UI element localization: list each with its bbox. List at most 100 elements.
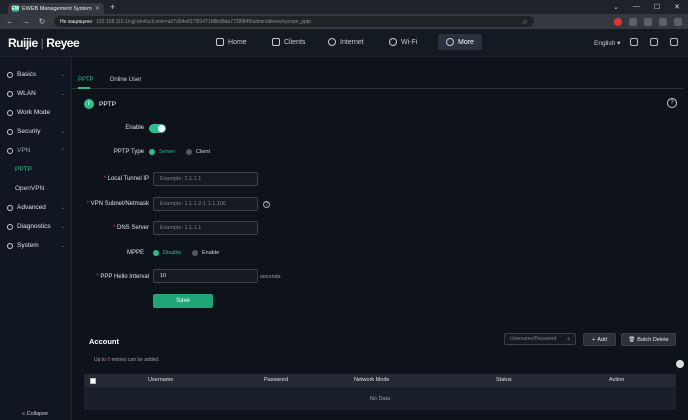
batch-delete-label: Batch Delete [637,336,669,343]
brand-logo: Ruijie | Reyee [8,35,80,50]
nav-wifi[interactable]: Wi-Fi [389,38,417,46]
collapse-label: Collapse [26,411,48,417]
pin-icon[interactable] [650,38,658,46]
section-header: i PPTP [84,99,116,109]
radio-server[interactable]: Server [149,149,175,155]
forward-icon[interactable]: → [22,17,30,26]
basics-icon [7,71,13,78]
nav-clients[interactable]: Clients [272,38,305,46]
chevron-down-icon: ⌄ [60,71,65,78]
system-icon [7,242,13,249]
network-icon[interactable] [630,38,638,46]
subnet-label: * VPN Subnet/Netmask [86,201,149,207]
nav-more[interactable]: More [438,34,482,50]
note-suffix: entries can be added. [111,357,160,363]
nav-internet[interactable]: Internet [328,38,364,46]
enable-label: Enable [0,125,144,131]
collapse-button[interactable]: « Collapse [22,411,48,417]
language-label: English [594,40,616,47]
enable-label-text: Enable [125,125,144,131]
enable-toggle[interactable] [149,124,166,133]
tunnel-ip-label-text: Local Tunnel IP [107,176,149,182]
top-nav: Ruijie | Reyee Home Clients Internet Wi-Fi… [0,29,688,57]
nav-home[interactable]: Home [216,38,247,46]
close-tab-icon[interactable]: ✕ [95,5,100,12]
sidebar-item-label: System [17,242,39,249]
address-bar-row: ← → ↻ Не защищено 192.168.110.1/cgi-bin/… [0,14,688,29]
browser-tab-bar: EW EWEB Management System ✕ + ⌄ — ☐ ✕ [0,0,688,14]
batch-delete-button[interactable]: 🗑 Batch Delete [621,333,676,346]
section-title: PPTP [99,100,116,108]
account-title: Account [89,337,119,346]
close-window-icon[interactable]: ✕ [674,3,680,11]
language-select[interactable]: English ▾ [594,39,620,47]
tab-pptp[interactable]: PPTP [78,77,94,83]
col-network-mode: Network Mode [354,377,390,383]
tunnel-ip-input[interactable]: Example: 1.1.1.1 [153,172,258,186]
new-tab-button[interactable]: + [110,2,115,12]
url-text[interactable]: 192.168.110.1/cgi-bin/luci/;stok=a07d34e… [96,19,311,25]
hello-interval-input[interactable]: 10 [153,269,258,283]
favicon-icon: EW [11,5,20,12]
radio-mppe-disable-label: Disable [163,250,182,256]
hello-interval-value: 10 [160,273,167,279]
subnet-placeholder: Example: 1.1.1.2-1.1.1.100 [160,201,227,207]
pptp-type-label-text: PPTP Type [113,149,144,155]
dns-input[interactable]: Example: 1.1.1.1 [153,221,258,235]
assistant-icon[interactable] [676,360,684,368]
extension-icon[interactable] [629,17,637,26]
help-icon[interactable]: ? [667,98,677,108]
sidebar-item-wlan[interactable]: WLAN ⌄ [0,84,71,103]
url-field[interactable]: Не защищено 192.168.110.1/cgi-bin/luci/;… [54,16,534,27]
sidebar-item-work-mode[interactable]: Work Mode [0,103,71,122]
subnet-help-icon[interactable]: ? [263,201,270,208]
subnet-label-text: VPN Subnet/Netmask [90,201,149,207]
logout-icon[interactable] [670,38,678,46]
tab-divider [72,88,684,89]
chevron-down-icon[interactable]: ⌄ [613,3,619,11]
entries-note: Up to 8 entries can be added. [94,357,160,363]
extension-icon[interactable] [614,17,622,26]
nav-internet-label: Internet [340,38,364,46]
subnet-input[interactable]: Example: 1.1.1.2-1.1.1.100 [153,197,258,211]
bookmark-star-icon[interactable]: ☆ [522,18,528,26]
globe-icon [328,38,336,46]
reload-icon[interactable]: ↻ [38,17,46,26]
minimize-icon[interactable]: — [633,3,640,11]
work-mode-icon [7,109,13,116]
hello-interval-label-text: PPP Hello Interval [100,274,149,280]
radio-dot [186,149,192,155]
browser-tab[interactable]: EW EWEB Management System ✕ [8,3,104,14]
profile-icon[interactable] [659,17,667,26]
back-icon[interactable]: ← [6,17,14,26]
mppe-label-text: MPPE [126,250,144,256]
radio-client[interactable]: Client [186,149,210,155]
menu-icon[interactable] [674,17,682,26]
col-action: Action [609,377,625,383]
extension-icon[interactable] [644,17,652,26]
maximize-icon[interactable]: ☐ [654,3,660,11]
save-button[interactable]: Save [153,294,213,308]
radio-server-label: Server [159,149,176,155]
radio-dot [153,250,159,256]
security-warning[interactable]: Не защищено [60,19,92,25]
col-password: Password [264,377,289,383]
account-search-input[interactable]: Username/Password ⌕ [504,333,576,345]
wifi-icon [389,38,397,46]
radio-mppe-disable[interactable]: Disable [153,250,181,256]
radio-mppe-enable[interactable]: Enable [192,250,219,256]
tab-online-user[interactable]: Online User [110,77,142,83]
monitor-icon [272,38,280,46]
note-count: 8 [107,357,111,363]
search-icon[interactable]: ⌕ [567,336,570,342]
sidebar-item-label: Work Mode [17,109,51,116]
main-content: PPTP Online User i PPTP ? Enable PPTP Ty… [72,57,688,420]
sidebar: Basics ⌄ WLAN ⌄ Work Mode Security ⌄ VPN ⌃ P… [0,57,72,420]
dns-label: * DNS Server [112,225,149,231]
sidebar-item-basics[interactable]: Basics ⌄ [0,65,71,84]
add-button[interactable]: + Add [583,333,616,346]
sidebar-item-label: PPTP [15,166,32,173]
tunnel-ip-label: * Local Tunnel IP [103,176,149,182]
select-all-checkbox[interactable] [90,377,96,384]
sidebar-item-label: OpenVPN [15,185,45,192]
